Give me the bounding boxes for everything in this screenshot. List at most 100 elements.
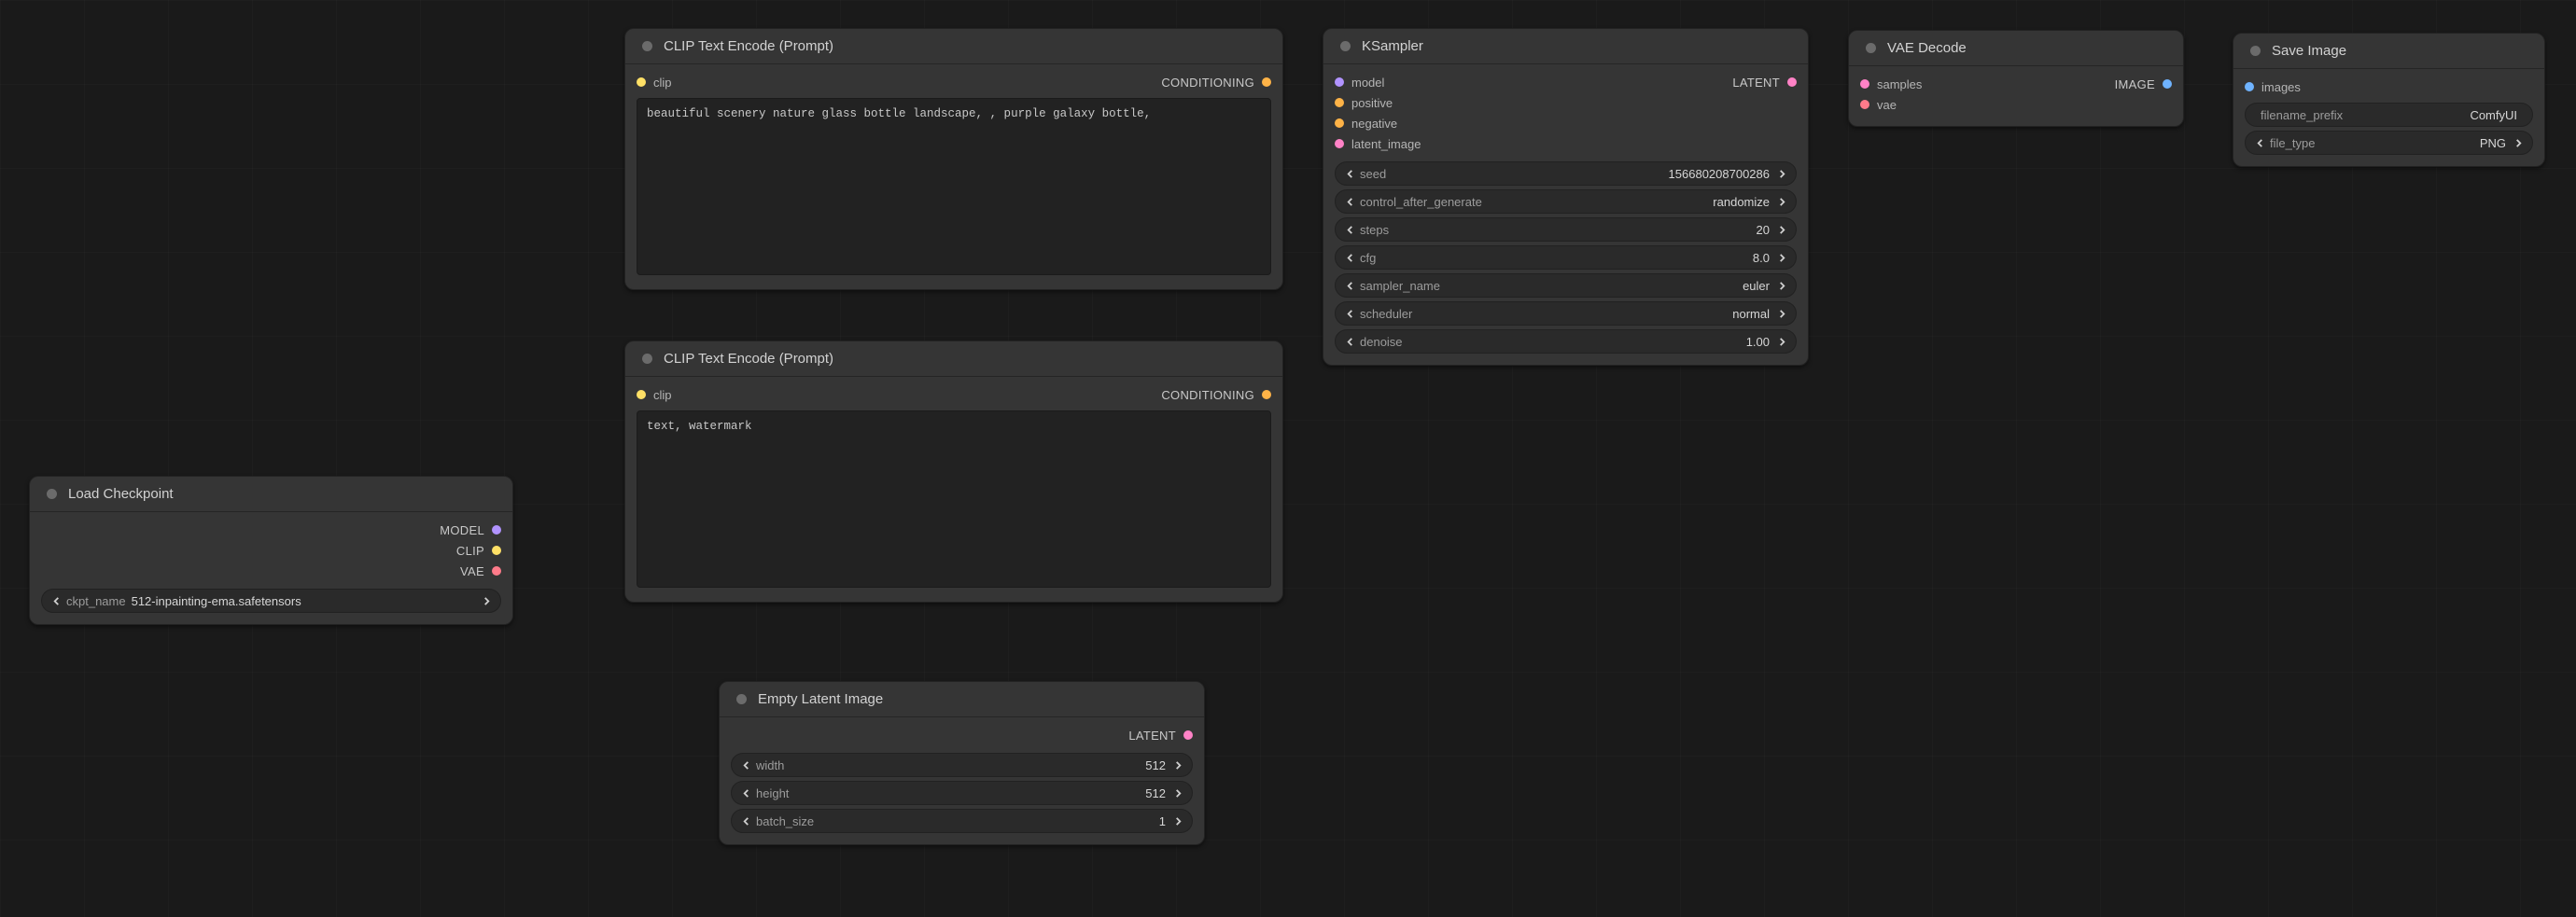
node-title: Empty Latent Image	[758, 691, 883, 707]
port-vae-out[interactable]	[492, 566, 501, 576]
widget-filename-prefix[interactable]: filename_prefix ComfyUI	[2245, 103, 2533, 127]
left-arrow-icon[interactable]	[48, 597, 64, 605]
node-clip-text-encode-positive[interactable]: CLIP Text Encode (Prompt) clip CONDITION…	[624, 28, 1283, 290]
collapse-dot-icon[interactable]	[1866, 43, 1876, 53]
left-arrow-icon[interactable]	[1341, 282, 1358, 290]
port-clip-out[interactable]	[492, 546, 501, 555]
node-header[interactable]: KSampler	[1323, 29, 1808, 64]
widget-value: 20	[1389, 223, 1773, 237]
right-arrow-icon[interactable]	[1773, 170, 1790, 178]
port-clip-in[interactable]	[637, 390, 646, 399]
node-header[interactable]: VAE Decode	[1849, 31, 2183, 66]
left-arrow-icon[interactable]	[2251, 139, 2268, 147]
port-image-out[interactable]	[2163, 79, 2172, 89]
input-label-vae: vae	[1877, 98, 1897, 112]
left-arrow-icon[interactable]	[737, 817, 754, 826]
widget-value: 8.0	[1376, 251, 1773, 265]
right-arrow-icon[interactable]	[1773, 310, 1790, 318]
widget-value: euler	[1440, 279, 1773, 293]
widget-batch-size[interactable]: batch_size 1	[731, 809, 1193, 833]
left-arrow-icon[interactable]	[1341, 254, 1358, 262]
right-arrow-icon[interactable]	[1169, 817, 1186, 826]
widget-value: 512	[784, 758, 1169, 772]
port-vae-in[interactable]	[1860, 100, 1869, 109]
node-ksampler[interactable]: KSampler model LATENT positive	[1323, 28, 1809, 366]
prompt-textarea[interactable]	[637, 98, 1271, 275]
port-clip-in[interactable]	[637, 77, 646, 87]
input-label-samples: samples	[1877, 77, 1922, 91]
right-arrow-icon[interactable]	[1773, 282, 1790, 290]
left-arrow-icon[interactable]	[737, 761, 754, 770]
prompt-textarea[interactable]	[637, 410, 1271, 588]
port-conditioning-out[interactable]	[1262, 390, 1271, 399]
node-save-image[interactable]: Save Image images filename_prefix ComfyU…	[2233, 33, 2545, 167]
right-arrow-icon[interactable]	[1169, 789, 1186, 798]
left-arrow-icon[interactable]	[1341, 226, 1358, 234]
widget-value: PNG	[2315, 136, 2510, 150]
output-label-model: MODEL	[440, 523, 484, 537]
port-latent-out[interactable]	[1787, 77, 1797, 87]
output-label-latent: LATENT	[1732, 76, 1780, 90]
port-conditioning-out[interactable]	[1262, 77, 1271, 87]
collapse-dot-icon[interactable]	[642, 41, 652, 51]
node-header[interactable]: CLIP Text Encode (Prompt)	[625, 341, 1282, 377]
node-graph-canvas[interactable]: Load Checkpoint MODEL CLIP VAE	[0, 0, 2576, 917]
widget-width[interactable]: width 512	[731, 753, 1193, 777]
right-arrow-icon[interactable]	[478, 597, 495, 605]
node-header[interactable]: Save Image	[2233, 34, 2544, 69]
port-model-in[interactable]	[1335, 77, 1344, 87]
node-empty-latent-image[interactable]: Empty Latent Image LATENT width 512 heig…	[719, 681, 1205, 845]
widget-label: sampler_name	[1358, 279, 1440, 293]
left-arrow-icon[interactable]	[1341, 310, 1358, 318]
collapse-dot-icon[interactable]	[736, 694, 747, 704]
widget-cfg[interactable]: cfg 8.0	[1335, 245, 1797, 270]
widget-denoise[interactable]: denoise 1.00	[1335, 329, 1797, 354]
node-header[interactable]: Load Checkpoint	[30, 477, 512, 512]
port-images-in[interactable]	[2245, 82, 2254, 91]
right-arrow-icon[interactable]	[1169, 761, 1186, 770]
right-arrow-icon[interactable]	[2510, 139, 2527, 147]
widget-sampler-name[interactable]: sampler_name euler	[1335, 273, 1797, 298]
node-header[interactable]: Empty Latent Image	[720, 682, 1204, 717]
widget-value: normal	[1412, 307, 1773, 321]
port-positive-in[interactable]	[1335, 98, 1344, 107]
widget-ckpt-name[interactable]: ckpt_name 512-inpainting-ema.safetensors	[41, 589, 501, 613]
right-arrow-icon[interactable]	[1773, 198, 1790, 206]
widget-file-type[interactable]: file_type PNG	[2245, 131, 2533, 155]
widget-height[interactable]: height 512	[731, 781, 1193, 805]
port-latent-image-in[interactable]	[1335, 139, 1344, 148]
widget-label: height	[754, 786, 789, 800]
widget-label: control_after_generate	[1358, 195, 1482, 209]
widget-label: batch_size	[754, 814, 814, 828]
port-negative-in[interactable]	[1335, 118, 1344, 128]
right-arrow-icon[interactable]	[1773, 226, 1790, 234]
widget-label: cfg	[1358, 251, 1376, 265]
widget-steps[interactable]: steps 20	[1335, 217, 1797, 242]
collapse-dot-icon[interactable]	[642, 354, 652, 364]
output-label-clip: CLIP	[456, 544, 484, 558]
node-vae-decode[interactable]: VAE Decode samples IMAGE vae	[1848, 30, 2184, 127]
widget-value: 156680208700286	[1386, 167, 1773, 181]
left-arrow-icon[interactable]	[1341, 170, 1358, 178]
node-load-checkpoint[interactable]: Load Checkpoint MODEL CLIP VAE	[29, 476, 513, 625]
node-clip-text-encode-negative[interactable]: CLIP Text Encode (Prompt) clip CONDITION…	[624, 340, 1283, 603]
left-arrow-icon[interactable]	[1341, 198, 1358, 206]
right-arrow-icon[interactable]	[1773, 338, 1790, 346]
input-label-images: images	[2261, 80, 2301, 94]
port-samples-in[interactable]	[1860, 79, 1869, 89]
port-model-out[interactable]	[492, 525, 501, 535]
widget-label: file_type	[2268, 136, 2315, 150]
widget-scheduler[interactable]: scheduler normal	[1335, 301, 1797, 326]
input-label-latent-image: latent_image	[1351, 137, 1421, 151]
collapse-dot-icon[interactable]	[47, 489, 57, 499]
left-arrow-icon[interactable]	[1341, 338, 1358, 346]
widget-seed[interactable]: seed 156680208700286	[1335, 161, 1797, 186]
port-latent-out[interactable]	[1183, 730, 1193, 740]
collapse-dot-icon[interactable]	[1340, 41, 1351, 51]
widget-control-after-generate[interactable]: control_after_generate randomize	[1335, 189, 1797, 214]
right-arrow-icon[interactable]	[1773, 254, 1790, 262]
left-arrow-icon[interactable]	[737, 789, 754, 798]
node-header[interactable]: CLIP Text Encode (Prompt)	[625, 29, 1282, 64]
collapse-dot-icon[interactable]	[2250, 46, 2261, 56]
input-label-negative: negative	[1351, 117, 1397, 131]
